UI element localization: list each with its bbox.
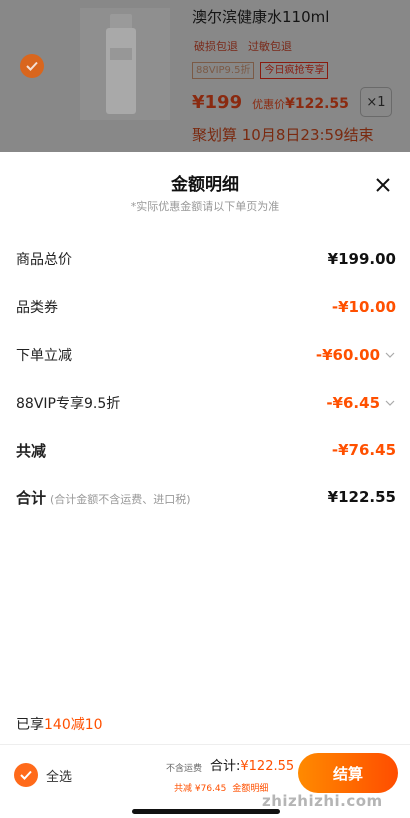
cart-page: 澳尔滨健康水110ml 破损包退 过敏包退 88VIP9.5折 今日疯抢专享 ¥…	[0, 0, 410, 818]
close-icon	[376, 178, 390, 192]
row-order-reduction[interactable]: 下单立减 -¥60.00	[16, 343, 396, 367]
amount-detail-sheet: 金额明细 *实际优惠金额请以下单页为准 商品总价 ¥199.00 品类券 -¥1…	[0, 152, 410, 818]
savings-line: 共减 ¥76.45 金额明细	[174, 781, 268, 794]
chevron-down-icon	[384, 400, 396, 406]
product-card: 澳尔滨健康水110ml 破损包退 过敏包退 88VIP9.5折 今日疯抢专享 ¥…	[0, 0, 410, 152]
badge-today-deal: 今日疯抢专享	[260, 62, 329, 79]
product-badges: 88VIP9.5折 今日疯抢专享	[192, 62, 329, 79]
bottom-total: 合计:¥122.55	[210, 759, 295, 774]
row-grand-total: 合计 (合计金额不含运费、进口税) ¥122.55	[16, 488, 396, 507]
select-all-label: 全选	[46, 769, 73, 785]
checkmark-icon	[26, 61, 38, 71]
product-price: ¥199	[192, 92, 243, 113]
watermark: zhizhizhi.com	[262, 792, 383, 810]
badge-88vip: 88VIP9.5折	[192, 62, 255, 79]
home-indicator[interactable]	[132, 809, 280, 814]
product-service-tags: 破损包退 过敏包退	[194, 38, 292, 54]
product-title[interactable]: 澳尔滨健康水110ml	[192, 6, 329, 27]
tag-damage-return: 破损包退	[194, 40, 238, 53]
bottle-illustration	[106, 14, 136, 114]
discount-price: 优惠价¥122.55	[252, 96, 349, 112]
select-all-toggle[interactable]: 全选	[14, 763, 72, 787]
total-note: (合计金额不含运费、进口税)	[50, 492, 191, 506]
promotion-enjoyed: 已享140减10	[16, 717, 103, 733]
product-checkbox[interactable]	[20, 54, 44, 78]
shipping-note: 不含运费	[166, 764, 203, 774]
product-image[interactable]	[80, 8, 170, 120]
sale-end-text: 聚划算 10月8日23:59结束	[192, 126, 374, 144]
sheet-title: 金额明细	[171, 175, 239, 195]
savings-amount: 共减 ¥76.45	[174, 784, 227, 794]
close-button[interactable]	[370, 172, 396, 198]
sheet-subtitle: *实际优惠金额请以下单页为准	[130, 200, 280, 213]
row-goods-total: 商品总价 ¥199.00	[16, 250, 396, 268]
row-category-coupon: 品类券 -¥10.00	[16, 298, 396, 316]
chevron-down-icon	[384, 352, 396, 358]
row-total-reduction: 共减 -¥76.45	[16, 441, 396, 460]
quantity-button[interactable]: ×1	[360, 87, 392, 117]
tag-allergy-return: 过敏包退	[248, 40, 292, 53]
row-88vip-discount[interactable]: 88VIP专享9.5折 -¥6.45	[16, 391, 396, 415]
price-row: ¥199 优惠价¥122.55	[192, 92, 349, 113]
checkout-button[interactable]: 结算	[298, 753, 398, 793]
checkmark-icon	[14, 763, 38, 787]
